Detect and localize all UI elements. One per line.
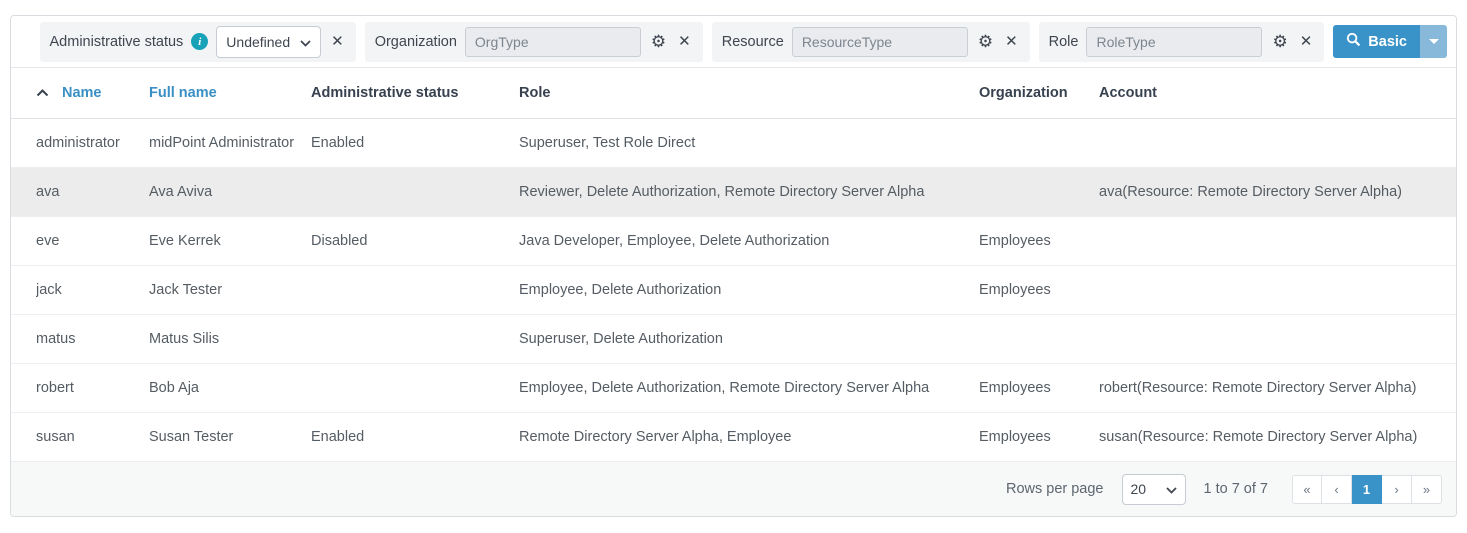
table-footer: Rows per page 20 1 to 7 of 7 « ‹ 1 › » [11, 462, 1456, 516]
remove-filter-button[interactable]: ✕ [1298, 32, 1315, 51]
table-header-row: Name Full name Administrative status Rol… [11, 68, 1456, 119]
pagination: « ‹ 1 › » [1292, 475, 1442, 504]
search-mode-dropdown-button[interactable] [1420, 25, 1447, 58]
cell-role: Superuser, Delete Authorization [519, 331, 979, 347]
last-page-button[interactable]: » [1412, 475, 1442, 504]
cell-full-name: Susan Tester [149, 429, 311, 445]
sort-ascending-icon[interactable] [36, 89, 49, 97]
cell-role: Remote Directory Server Alpha, Employee [519, 429, 979, 445]
cell-name: susan [36, 429, 149, 445]
cell-organization: Employees [979, 429, 1099, 445]
search-button-label: Basic [1368, 34, 1407, 50]
table-row[interactable]: administrator midPoint Administrator Ena… [11, 119, 1456, 168]
role-input[interactable] [1086, 27, 1262, 57]
cell-name: ava [36, 184, 149, 200]
filter-label: Administrative status [50, 34, 184, 50]
caret-down-icon [1429, 39, 1439, 44]
column-header-role: Role [519, 85, 979, 101]
cell-admin-status: Disabled [311, 233, 519, 249]
cell-account: robert(Resource: Remote Directory Server… [1099, 380, 1448, 396]
cell-full-name: Matus Silis [149, 331, 311, 347]
cell-organization: Employees [979, 282, 1099, 298]
table-row[interactable]: susan Susan Tester Enabled Remote Direct… [11, 413, 1456, 462]
column-header-name: Name [36, 85, 149, 101]
cell-account: susan(Resource: Remote Directory Server … [1099, 429, 1448, 445]
search-filter-bar: Administrative status i Undefined ✕ Orga… [11, 16, 1456, 68]
remove-filter-button[interactable]: ✕ [1003, 32, 1020, 51]
page-1-button[interactable]: 1 [1352, 475, 1382, 504]
users-table-card: Administrative status i Undefined ✕ Orga… [10, 15, 1457, 517]
cell-organization: Employees [979, 380, 1099, 396]
administrative-status-select[interactable]: Undefined [216, 26, 321, 58]
rows-per-page-label: Rows per page [1006, 481, 1104, 497]
table-body: administrator midPoint Administrator Ena… [11, 119, 1456, 462]
cell-role: Employee, Delete Authorization, Remote D… [519, 380, 979, 396]
table-row[interactable]: eve Eve Kerrek Disabled Java Developer, … [11, 217, 1456, 266]
filter-administrative-status: Administrative status i Undefined ✕ [40, 22, 356, 62]
remove-filter-button[interactable]: ✕ [329, 32, 346, 51]
filter-label: Organization [375, 34, 457, 50]
resource-input[interactable] [792, 27, 968, 57]
cell-name: eve [36, 233, 149, 249]
column-header-administrative-status: Administrative status [311, 85, 519, 101]
column-header-full-name[interactable]: Full name [149, 85, 311, 101]
cell-role: Reviewer, Delete Authorization, Remote D… [519, 184, 979, 200]
remove-filter-button[interactable]: ✕ [676, 32, 693, 51]
cell-name: administrator [36, 135, 149, 151]
cell-admin-status: Enabled [311, 135, 519, 151]
next-page-button[interactable]: › [1382, 475, 1412, 504]
pagination-range-text: 1 to 7 of 7 [1204, 481, 1269, 497]
filter-label: Resource [722, 34, 784, 50]
cell-full-name: Eve Kerrek [149, 233, 311, 249]
search-split-button: Basic [1333, 25, 1447, 58]
chevron-down-icon [1166, 481, 1177, 497]
gear-icon[interactable]: ⚙ [1270, 31, 1289, 52]
gear-icon[interactable]: ⚙ [649, 31, 668, 52]
cell-full-name: Jack Tester [149, 282, 311, 298]
info-icon[interactable]: i [191, 33, 208, 50]
filter-role: Role ⚙ ✕ [1039, 22, 1325, 62]
cell-name: robert [36, 380, 149, 396]
rows-per-page-select[interactable]: 20 [1122, 474, 1186, 505]
organization-input[interactable] [465, 27, 641, 57]
cell-full-name: Ava Aviva [149, 184, 311, 200]
selected-value: Undefined [226, 34, 290, 50]
filter-label: Role [1049, 34, 1079, 50]
cell-role: Superuser, Test Role Direct [519, 135, 979, 151]
filter-organization: Organization ⚙ ✕ [365, 22, 703, 62]
column-header-name-link[interactable]: Name [62, 85, 102, 101]
table-row[interactable]: robert Bob Aja Employee, Delete Authoriz… [11, 364, 1456, 413]
search-icon [1346, 32, 1361, 51]
cell-admin-status: Enabled [311, 429, 519, 445]
cell-full-name: midPoint Administrator [149, 135, 311, 151]
column-header-organization: Organization [979, 85, 1099, 101]
search-basic-button[interactable]: Basic [1333, 25, 1420, 58]
table-row[interactable]: jack Jack Tester Employee, Delete Author… [11, 266, 1456, 315]
filter-resource: Resource ⚙ ✕ [712, 22, 1030, 62]
chevron-down-icon [300, 34, 311, 50]
cell-name: jack [36, 282, 149, 298]
cell-organization: Employees [979, 233, 1099, 249]
previous-page-button[interactable]: ‹ [1322, 475, 1352, 504]
cell-full-name: Bob Aja [149, 380, 311, 396]
first-page-button[interactable]: « [1292, 475, 1322, 504]
cell-name: matus [36, 331, 149, 347]
cell-role: Employee, Delete Authorization [519, 282, 979, 298]
cell-role: Java Developer, Employee, Delete Authori… [519, 233, 979, 249]
rows-per-page-value: 20 [1131, 481, 1147, 497]
gear-icon[interactable]: ⚙ [976, 31, 995, 52]
table-row[interactable]: matus Matus Silis Superuser, Delete Auth… [11, 315, 1456, 364]
cell-account: ava(Resource: Remote Directory Server Al… [1099, 184, 1448, 200]
table-row[interactable]: ava Ava Aviva Reviewer, Delete Authoriza… [11, 168, 1456, 217]
column-header-account: Account [1099, 85, 1448, 101]
